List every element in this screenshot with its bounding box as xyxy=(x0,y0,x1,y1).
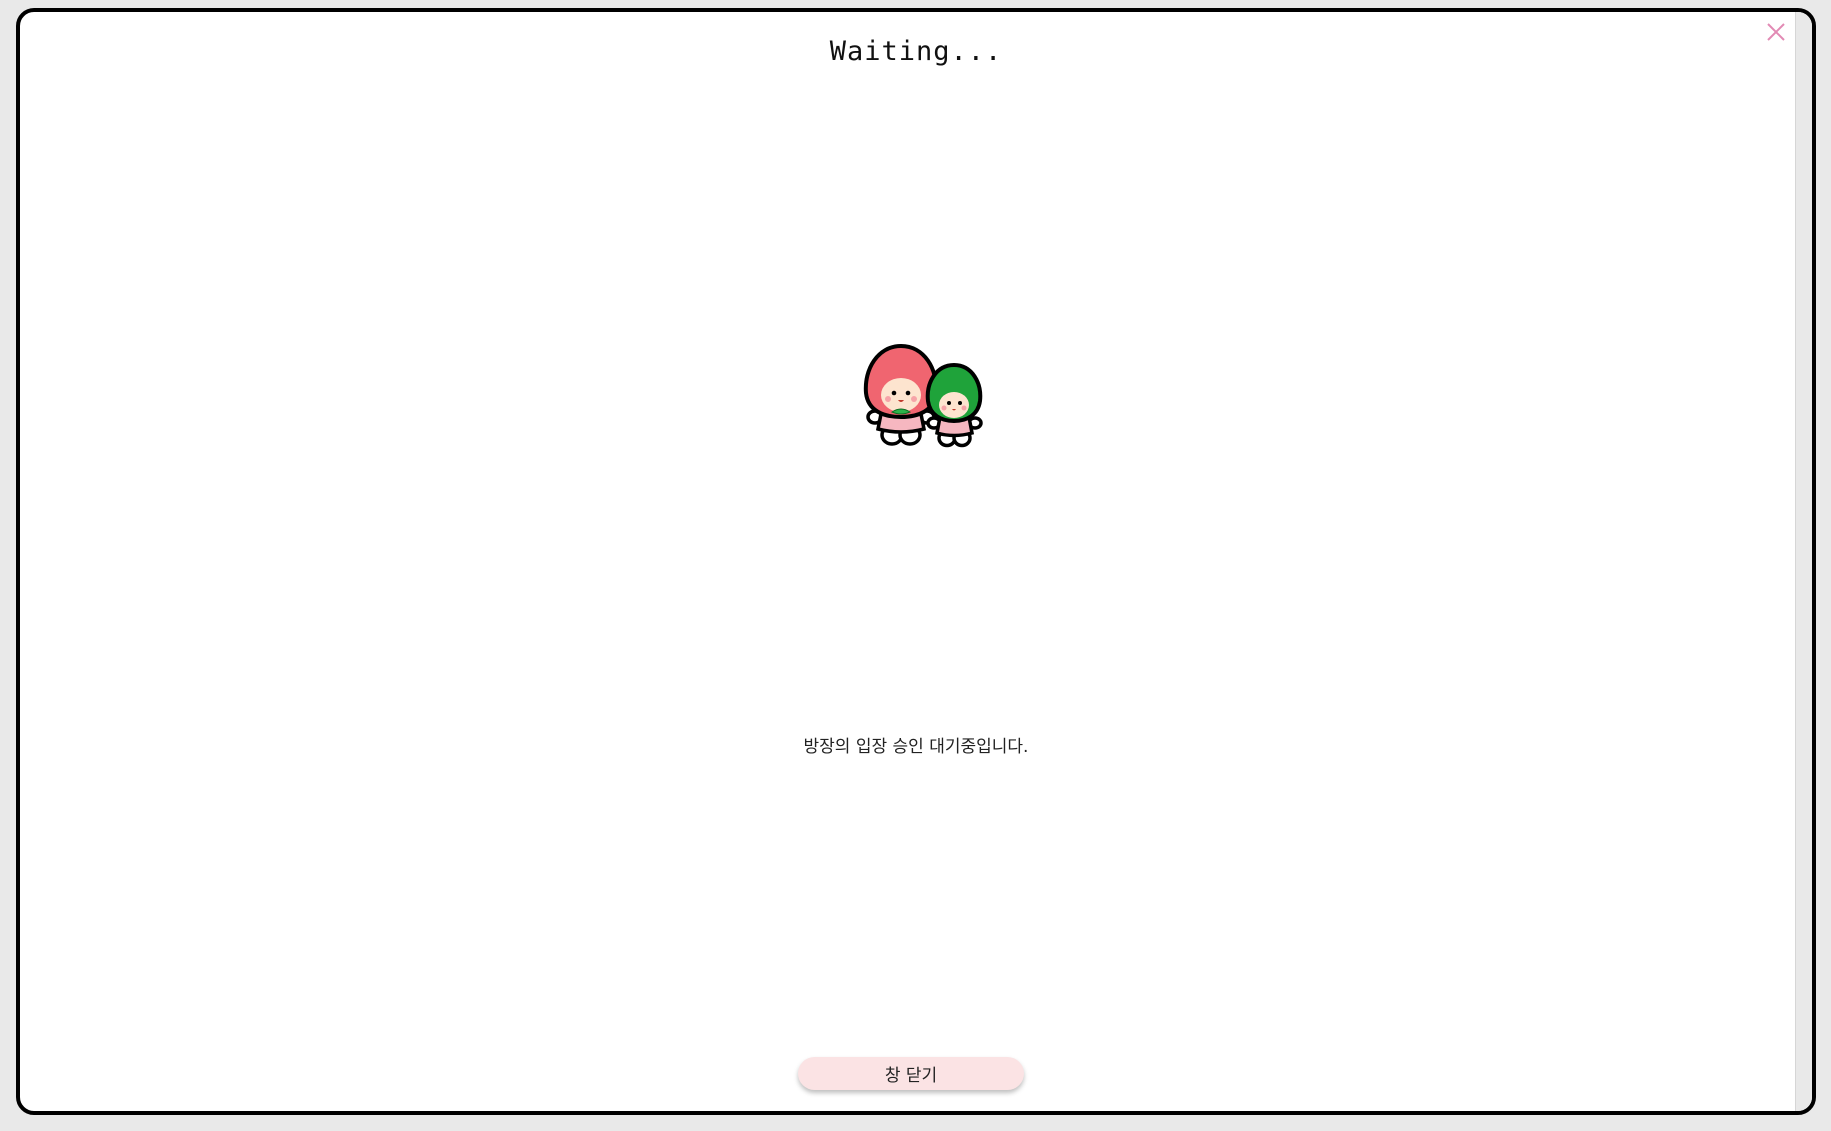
red-mascot-icon xyxy=(863,343,939,446)
dialog-title: Waiting... xyxy=(829,36,1003,67)
close-window-button[interactable]: 창 닫기 xyxy=(798,1057,1024,1090)
scrollbar-track xyxy=(1795,12,1812,1111)
strawberry-mascots-image xyxy=(852,343,992,453)
waiting-dialog: Waiting... 방장의 입장 승인 대기중입니다. 창 닫기 xyxy=(16,8,1816,1115)
close-icon[interactable] xyxy=(1762,18,1790,46)
green-mascot-icon xyxy=(925,362,983,448)
waiting-message: 방장의 입장 승인 대기중입니다. xyxy=(803,737,1029,757)
